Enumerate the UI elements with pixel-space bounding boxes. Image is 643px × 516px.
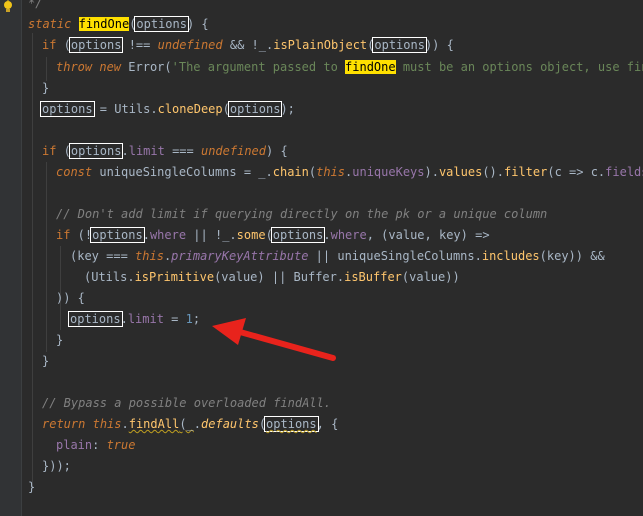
- red-arrow-annotation: [212, 318, 336, 361]
- code-editor[interactable]: */ static findOne(options) { if (options…: [0, 0, 643, 516]
